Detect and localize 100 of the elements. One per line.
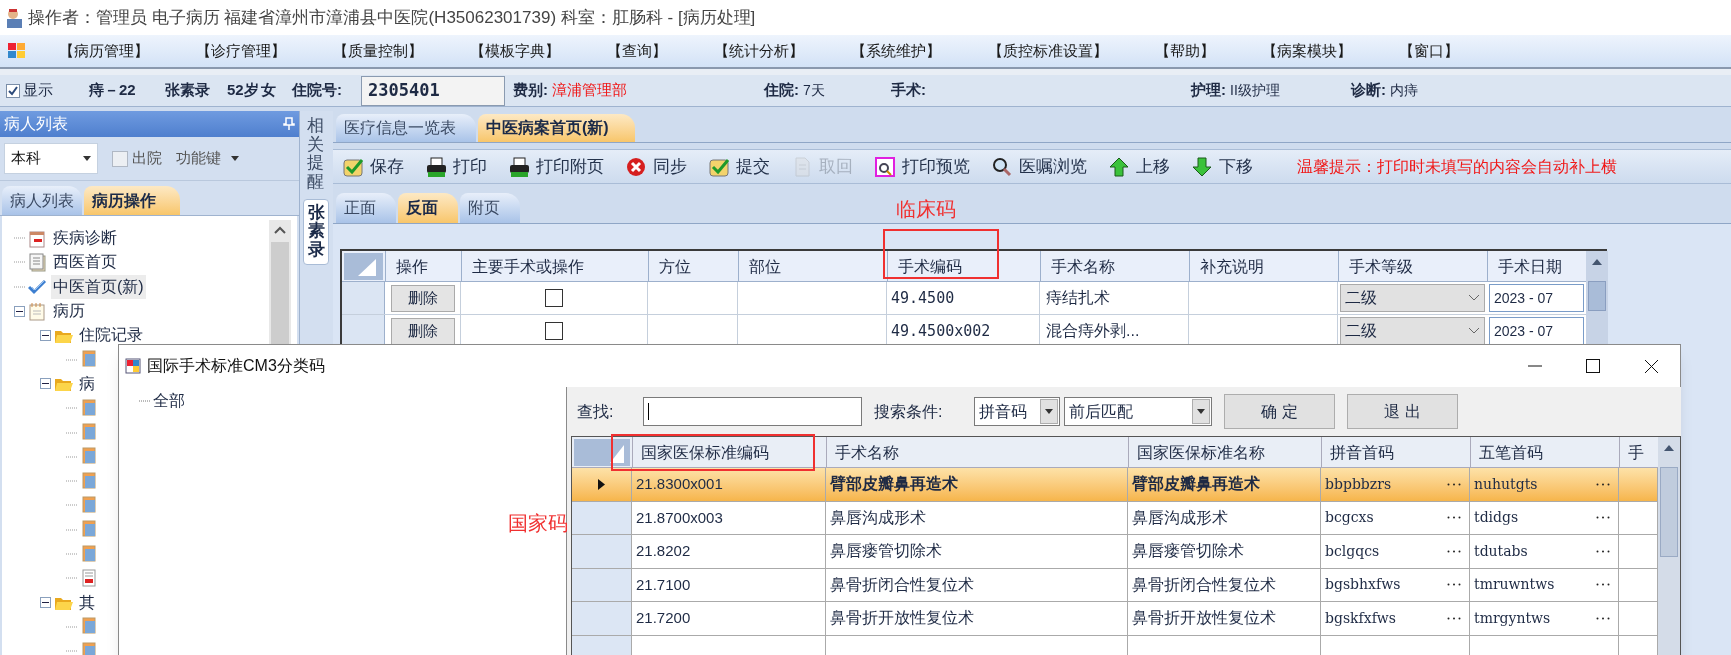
tab[interactable]: 病历操作 <box>84 186 180 215</box>
delete-button[interactable]: 删除 <box>390 317 455 345</box>
admission-number-field[interactable]: 2305401 <box>361 75 505 106</box>
menu-item[interactable]: 【窗口】 <box>1399 39 1459 63</box>
menu-item[interactable]: 【统计分析】 <box>714 39 804 63</box>
table-cell-text: bgsbhxfws <box>1325 575 1401 595</box>
dialog-button[interactable]: 退 出 <box>1347 394 1458 429</box>
menu-item[interactable]: 【模板字典】 <box>470 39 560 63</box>
hint-text: 温馨提示：打印时未填写的内容会自动补上横 <box>1297 156 1617 177</box>
tree-item[interactable]: 住院记录 <box>77 323 145 348</box>
tree-item[interactable]: 西医首页 <box>51 250 119 275</box>
row-header[interactable] <box>572 568 632 601</box>
condition-dropdown[interactable]: 拼音码 <box>974 397 1060 426</box>
toolbar-button[interactable]: 打印附页 <box>509 153 604 180</box>
table-cell: 鼻唇沟成形术 <box>826 501 1128 534</box>
side-tab[interactable]: 相关提醒 <box>303 113 329 196</box>
checkbox[interactable] <box>545 289 563 307</box>
search-field[interactable] <box>643 397 862 426</box>
tab[interactable]: 中医病案首页(新) <box>478 114 635 142</box>
table-cell: 21.7200 <box>632 602 826 635</box>
field-label: 护理: <box>1191 80 1226 101</box>
field-label: 费别: <box>513 80 548 101</box>
table-cell-text: tmruwntws <box>1474 575 1555 595</box>
patient-age: 52岁 <box>227 80 260 101</box>
row-header[interactable] <box>342 282 385 314</box>
file-icon <box>80 471 99 491</box>
minimize-icon <box>1528 365 1542 367</box>
toolbar-button[interactable]: 同步 <box>626 153 687 180</box>
menu-item[interactable]: 【系统维护】 <box>851 39 941 63</box>
toolbar-button[interactable]: 打印 <box>426 153 487 180</box>
tree-item[interactable]: 中医首页(新) <box>51 274 146 299</box>
menu-item[interactable]: 【帮助】 <box>1155 39 1215 63</box>
more-icon <box>1447 549 1461 553</box>
dialog-title: 国际手术标准CM3分类码 <box>147 356 326 376</box>
table-cell-text: bclgqcs <box>1325 541 1380 561</box>
document-icon <box>792 156 812 177</box>
form-icon <box>80 568 99 588</box>
field-value: 7天 <box>803 81 825 100</box>
function-keys-dropdown[interactable]: 功能键 <box>176 147 239 170</box>
row-header[interactable] <box>342 315 385 347</box>
tree-item[interactable]: 疾病诊断 <box>51 226 119 251</box>
tree-item[interactable]: 全部 <box>153 389 185 413</box>
delete-button[interactable]: 删除 <box>390 284 455 312</box>
toolbar-button[interactable]: 保存 <box>343 153 404 180</box>
file-icon <box>80 423 99 442</box>
file-icon <box>80 544 99 564</box>
expander[interactable] <box>40 378 51 390</box>
expander[interactable] <box>40 597 51 609</box>
caret-icon <box>1045 409 1053 414</box>
match-dropdown[interactable]: 前后匹配 <box>1064 397 1212 426</box>
menu-item[interactable]: 【病历管理】 <box>59 39 149 63</box>
caret-icon <box>83 156 91 161</box>
table-cell-text: bcgcxs <box>1325 508 1374 528</box>
menu-item[interactable]: 【查询】 <box>607 39 667 63</box>
checkbox-label: 出院 <box>132 148 162 169</box>
dialog-button[interactable]: 确 定 <box>1224 394 1335 429</box>
side-tab[interactable]: 张素录 <box>303 198 329 265</box>
expander[interactable] <box>40 329 51 341</box>
table-cell: 49.4500 <box>887 282 1040 314</box>
menu-item[interactable]: 【病案模块】 <box>1262 39 1352 63</box>
checkbox[interactable] <box>545 322 563 340</box>
tree-line <box>66 577 77 580</box>
file-icon <box>80 617 99 637</box>
toolbar-button[interactable]: 打印预览 <box>875 153 970 180</box>
row-header[interactable] <box>572 501 632 534</box>
chevron-down-icon <box>1468 294 1480 302</box>
tab[interactable]: 医疗信息一览表 <box>336 114 476 142</box>
table-cell: 臂部皮瓣鼻再造术 <box>1128 468 1321 501</box>
menu-item[interactable]: 【质量控制】 <box>333 39 423 63</box>
toolbar-button[interactable]: 上移 <box>1109 153 1170 180</box>
date-field[interactable]: 2023 - 07 <box>1489 284 1584 312</box>
scroll-up-icon <box>274 226 286 234</box>
tree-line <box>139 400 151 402</box>
table-cell: 鼻唇沟成形术 <box>1128 501 1321 534</box>
grade-dropdown[interactable]: 二级 <box>1340 284 1485 312</box>
checkbox[interactable] <box>112 150 128 167</box>
toolbar-button[interactable]: 医嘱浏览 <box>992 153 1087 180</box>
column-header: 补充说明 <box>1189 251 1338 282</box>
grade-dropdown[interactable]: 二级 <box>1340 317 1485 345</box>
menu-item[interactable]: 【诊疗管理】 <box>196 39 286 63</box>
checkbox-label: 显示 <box>23 80 54 101</box>
column-header: 手术等级 <box>1338 251 1487 282</box>
file-icon <box>80 350 99 370</box>
expander[interactable] <box>14 305 25 317</box>
tree-item[interactable]: 病历 <box>51 299 87 324</box>
arrow-down-icon <box>1192 156 1212 177</box>
tree-item[interactable]: 病 <box>77 371 97 396</box>
tree-item[interactable]: 其 <box>77 590 97 615</box>
scrollbar[interactable] <box>1658 437 1680 655</box>
scope-dropdown[interactable]: 本科 <box>4 143 98 174</box>
menu-item[interactable]: 【质控标准设置】 <box>988 39 1108 63</box>
tab[interactable]: 正面 <box>336 193 396 223</box>
tab[interactable]: 反面 <box>398 193 458 223</box>
tab[interactable]: 附页 <box>460 193 520 223</box>
toolbar-button[interactable]: 下移 <box>1192 153 1253 180</box>
toolbar-button[interactable]: 提交 <box>709 153 770 180</box>
table-cell: 鼻骨折开放性复位术 <box>826 602 1128 635</box>
checkbox[interactable] <box>6 83 20 98</box>
caret-icon <box>231 156 239 161</box>
tab[interactable]: 病人列表 <box>2 186 82 215</box>
